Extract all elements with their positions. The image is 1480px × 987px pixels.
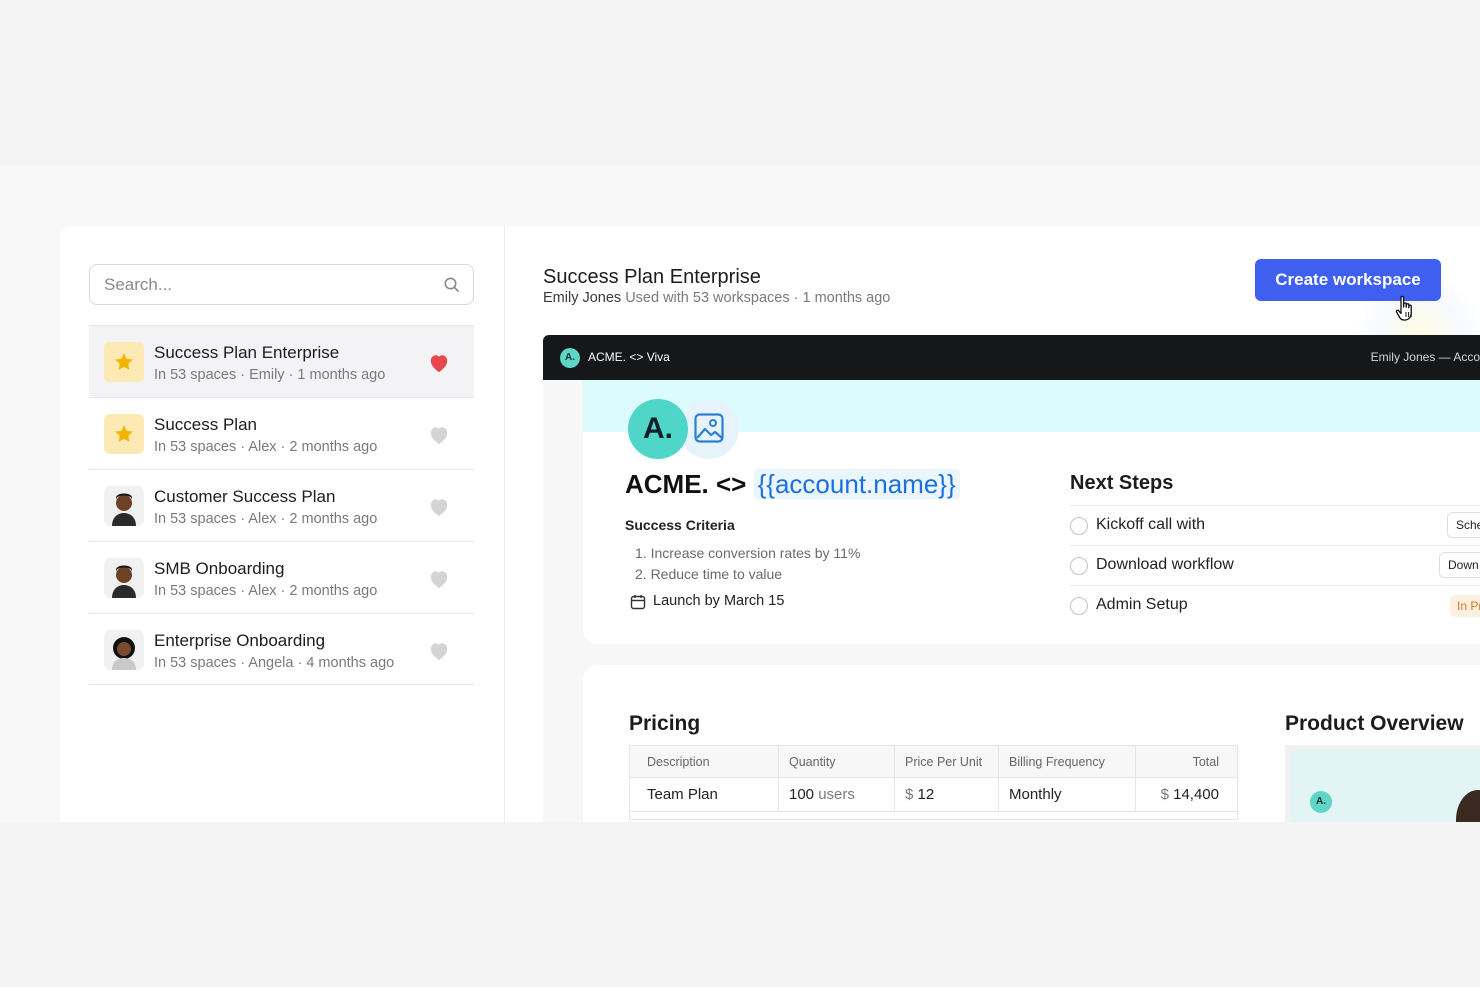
template-item-smb-onboarding[interactable]: SMB Onboarding In 53 spaces · Alex · 2 m… (89, 541, 474, 613)
person-photo (1456, 790, 1480, 822)
pricing-price: $ 12 (894, 778, 998, 811)
currency-symbol: $ (905, 786, 914, 803)
account-name-token: {{account.name}} (753, 469, 960, 499)
plan-headline: ACME. <> {{account.name}} (625, 469, 960, 500)
workspace-preview: A. ACME. <> Viva Emily Jones — Acco A. A… (543, 335, 1480, 822)
template-meta: In 53 spaces · Alex · 2 months ago (154, 583, 378, 599)
preview-bar-title: ACME. <> Viva (588, 350, 670, 364)
next-step-row: Download workflow Down (1070, 545, 1480, 585)
column-header: Quantity (778, 746, 894, 777)
table-row (630, 812, 1237, 820)
star-icon (104, 414, 144, 454)
success-criteria-title: Success Criteria (625, 517, 735, 533)
acme-logo-icon: A. (1310, 791, 1332, 813)
launch-label: Launch by March 15 (653, 593, 785, 609)
pricing-card: Pricing Description Quantity Price Per U… (583, 665, 1480, 822)
next-step-row: Kickoff call with Sche (1070, 505, 1480, 545)
heart-icon[interactable] (428, 641, 450, 661)
avatar (104, 486, 144, 526)
column-header: Description (647, 755, 710, 769)
star-icon (104, 342, 144, 382)
heart-icon[interactable] (428, 497, 450, 517)
step-label: Download workflow (1096, 556, 1234, 573)
template-item-success-plan-enterprise[interactable]: Success Plan Enterprise In 53 spaces · E… (89, 325, 474, 397)
download-button[interactable]: Down (1439, 552, 1480, 578)
detail-title: Success Plan Enterprise (543, 266, 761, 288)
pricing-total: $ 14,400 (1135, 778, 1239, 811)
template-item-customer-success-plan[interactable]: Customer Success Plan In 53 spaces · Ale… (89, 469, 474, 541)
search-input[interactable] (104, 265, 424, 304)
hand-cursor-icon (1394, 294, 1418, 329)
success-criteria-list: 1. Increase conversion rates by 11% 2. R… (635, 543, 860, 585)
step-checkbox[interactable] (1070, 557, 1088, 575)
avatar (104, 558, 144, 598)
next-step-row: Admin Setup In Pr (1070, 585, 1480, 625)
success-criteria-item: 1. Increase conversion rates by 11% (635, 545, 861, 561)
quantity-unit: users (818, 786, 855, 803)
success-criteria-item: 2. Reduce time to value (635, 566, 783, 582)
next-steps-title: Next Steps (1070, 472, 1174, 494)
template-list: Success Plan Enterprise In 53 spaces · E… (89, 325, 474, 685)
headline-prefix: ACME. <> (625, 469, 747, 499)
product-overview-title: Product Overview (1285, 712, 1464, 735)
template-title: Success Plan Enterprise (154, 343, 340, 362)
search-box[interactable] (89, 264, 474, 305)
pricing-frequency: Monthly (998, 778, 1135, 811)
detail-usage: Used with 53 workspaces · 1 months ago (625, 290, 891, 306)
page-top-band (0, 0, 1480, 165)
column-header: Price Per Unit (894, 746, 998, 777)
column-header: Total (1135, 746, 1239, 777)
launch-date: Launch by March 15 (630, 593, 785, 610)
schedule-button[interactable]: Sche (1447, 512, 1480, 538)
avatar (104, 630, 144, 670)
status-badge: In Pr (1450, 595, 1480, 617)
pricing-description: Team Plan (647, 786, 718, 803)
preview-bar-user: Emily Jones — Acco (1370, 350, 1480, 364)
template-meta: In 53 spaces · Alex · 2 months ago (154, 439, 378, 455)
step-checkbox[interactable] (1070, 517, 1088, 535)
detail-meta: Emily Jones Used with 53 workspaces · 1 … (543, 290, 890, 306)
search-icon[interactable] (443, 276, 461, 294)
product-overview-media: A. (1285, 745, 1480, 822)
image-placeholder-icon (679, 399, 739, 459)
acme-logo-icon: A. (560, 348, 580, 368)
page-bottom-band (0, 822, 1480, 987)
step-label: Admin Setup (1096, 596, 1188, 613)
table-row: Team Plan 100 users $ 12 Monthly $ 14,40… (630, 778, 1237, 812)
template-meta: In 53 spaces · Emily · 1 months ago (154, 367, 386, 383)
total-value: 14,400 (1173, 786, 1219, 803)
heart-icon[interactable] (428, 353, 450, 373)
calendar-icon (630, 595, 646, 610)
template-item-enterprise-onboarding[interactable]: Enterprise Onboarding In 53 spaces · Ang… (89, 613, 474, 685)
heart-icon[interactable] (428, 425, 450, 445)
pricing-title: Pricing (629, 712, 701, 735)
currency-symbol: $ (1160, 786, 1169, 803)
acme-logo: A. (628, 399, 688, 459)
pricing-table: Description Quantity Price Per Unit Bill… (629, 745, 1238, 820)
template-title: Success Plan (154, 415, 257, 434)
template-item-success-plan[interactable]: Success Plan In 53 spaces · Alex · 2 mon… (89, 397, 474, 469)
price-value: 12 (917, 786, 935, 803)
detail-author: Emily Jones (543, 290, 622, 306)
success-plan-card: A. ACME. <> {{account.name}} Success Cri… (583, 380, 1480, 644)
preview-header-bar: A. ACME. <> Viva Emily Jones — Acco (543, 335, 1480, 380)
quantity-value: 100 (789, 786, 815, 803)
template-picker-panel: Success Plan Enterprise In 53 spaces · E… (60, 226, 1480, 822)
pricing-quantity: 100 users (778, 778, 894, 811)
step-label: Kickoff call with (1096, 516, 1206, 533)
template-title: Enterprise Onboarding (154, 631, 326, 650)
step-checkbox[interactable] (1070, 597, 1088, 615)
template-title: Customer Success Plan (154, 487, 336, 506)
column-header: Billing Frequency (998, 746, 1135, 777)
template-meta: In 53 spaces · Angela · 4 months ago (154, 655, 395, 671)
template-title: SMB Onboarding (154, 559, 285, 578)
template-meta: In 53 spaces · Alex · 2 months ago (154, 511, 378, 527)
heart-icon[interactable] (428, 569, 450, 589)
template-sidebar: Success Plan Enterprise In 53 spaces · E… (60, 226, 505, 822)
pricing-table-header: Description Quantity Price Per Unit Bill… (630, 746, 1237, 778)
